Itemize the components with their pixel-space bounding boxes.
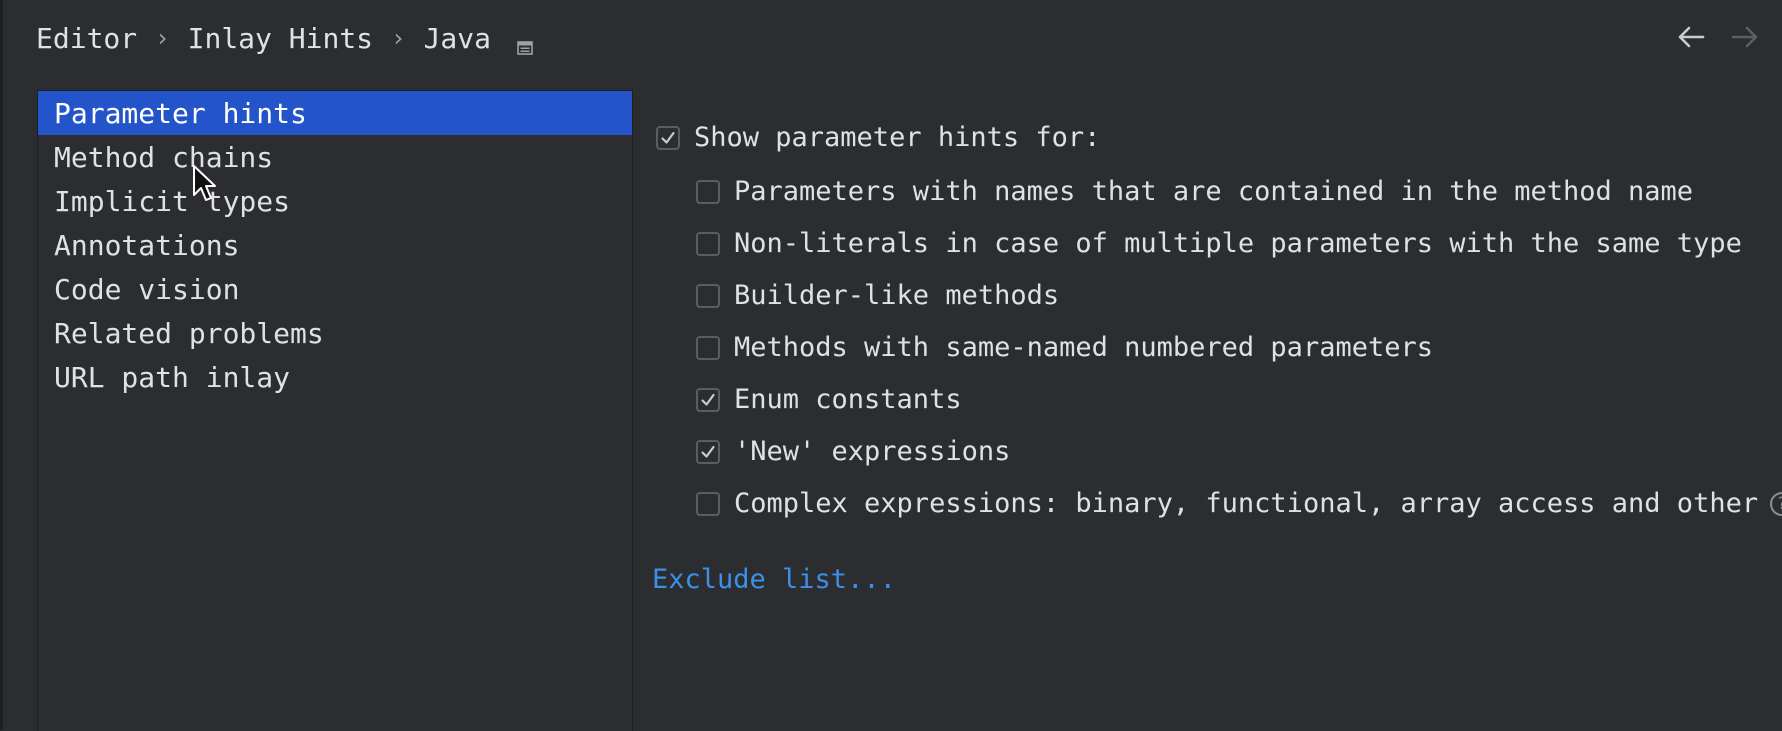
option-enum-constants[interactable]: Enum constants [696,384,962,415]
option-label: Enum constants [734,384,962,415]
list-item-label: URL path inlay [54,360,291,394]
list-item-method-chains[interactable]: Method chains [38,135,632,179]
option-label: Non-literals in case of multiple paramet… [734,228,1742,259]
help-icon[interactable]: ? [1770,491,1782,516]
list-item-label: Parameter hints [54,96,307,130]
checkbox[interactable] [696,283,720,308]
list-item-parameter-hints[interactable]: Parameter hints [38,91,632,135]
checkbox[interactable] [696,179,720,204]
list-item-label: Annotations [54,228,240,262]
option-new-expressions[interactable]: 'New' expressions [696,436,1010,467]
checkbox[interactable] [696,387,720,412]
breadcrumb-item-editor[interactable]: Editor [36,22,137,55]
option-complex-expressions[interactable]: Complex expressions: binary, functional,… [696,488,1782,519]
list-item-related-problems[interactable]: Related problems [38,311,632,355]
option-label: Complex expressions: binary, functional,… [734,488,1759,519]
list-item-label: Implicit types [54,184,291,218]
option-label: 'New' expressions [734,436,1011,467]
list-item-label: Method chains [54,140,274,174]
arrow-right-icon[interactable] [1728,20,1762,54]
list-item-code-vision[interactable]: Code vision [38,267,632,311]
checkbox[interactable] [696,231,720,256]
option-non-literals[interactable]: Non-literals in case of multiple paramet… [696,228,1742,259]
option-names-in-method-name[interactable]: Parameters with names that are contained… [696,176,1693,207]
list-item-implicit-types[interactable]: Implicit types [38,179,632,223]
parameter-hints-options: Show parameter hints for: Parameters wit… [652,100,1782,700]
option-builder-like-methods[interactable]: Builder-like methods [696,280,1059,311]
exclude-list-link[interactable]: Exclude list... [652,564,896,595]
checkbox[interactable] [696,491,720,516]
list-item-label: Related problems [54,316,324,350]
show-parameter-hints-checkbox[interactable] [656,125,680,150]
option-same-named-numbered[interactable]: Methods with same-named numbered paramet… [696,332,1433,363]
breadcrumb: Editor › Inlay Hints › Java [36,18,533,58]
option-label: Show parameter hints for: [694,122,1101,153]
breadcrumb-separator: › [391,24,406,52]
breadcrumb-separator: › [155,24,170,52]
option-label: Methods with same-named numbered paramet… [734,332,1433,363]
navigation-arrows [1674,20,1762,54]
list-item-url-path-inlay[interactable]: URL path inlay [38,355,632,399]
checkbox[interactable] [696,335,720,360]
breadcrumb-item-inlay-hints[interactable]: Inlay Hints [188,22,373,55]
window-edge [0,0,3,730]
list-item-annotations[interactable]: Annotations [38,223,632,267]
list-item-label: Code vision [54,272,240,306]
show-parameter-hints-option[interactable]: Show parameter hints for: [656,122,1100,153]
breadcrumb-item-java: Java [423,21,491,55]
option-label: Parameters with names that are contained… [734,176,1694,207]
checkbox[interactable] [696,439,720,464]
settings-header: Editor › Inlay Hints › Java [0,0,1782,78]
mouse-cursor-icon [192,164,218,204]
inlay-hints-category-list: Parameter hints Method chains Implicit t… [37,90,633,731]
option-label: Builder-like methods [734,280,1060,311]
window-icon [517,30,533,55]
arrow-left-icon[interactable] [1674,20,1708,54]
